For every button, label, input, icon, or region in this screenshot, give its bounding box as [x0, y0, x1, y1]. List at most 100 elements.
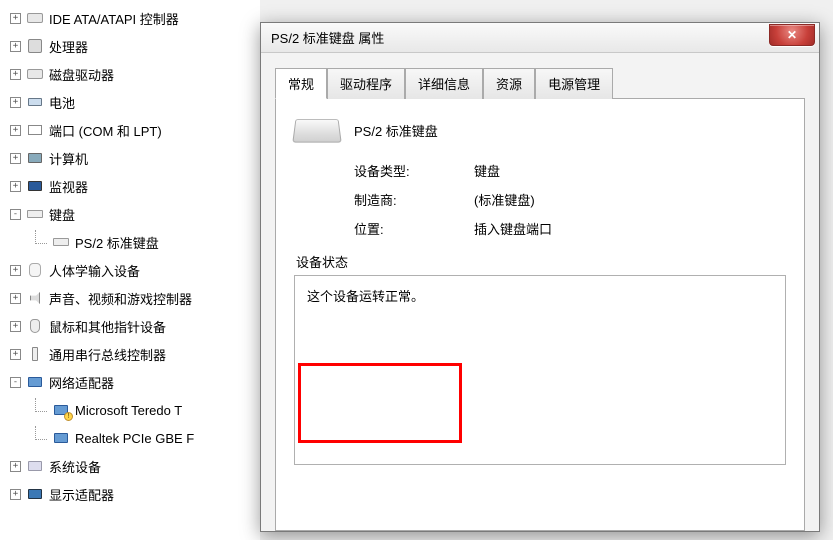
device-status-group: 设备状态 这个设备运转正常。 — [294, 252, 786, 465]
warning-badge-icon: ! — [64, 412, 73, 421]
keyboard-device-icon — [292, 119, 341, 143]
tree-item-mouse[interactable]: + 鼠标和其他指针设备 — [0, 312, 260, 340]
tab-general[interactable]: 常规 — [275, 68, 327, 99]
prop-value: 插入键盘端口 — [474, 219, 552, 238]
tree-item-monitor[interactable]: + 监视器 — [0, 172, 260, 200]
tree-item-battery[interactable]: + 电池 — [0, 88, 260, 116]
expand-toggle[interactable]: + — [10, 293, 21, 304]
system-icon — [25, 457, 45, 475]
network-icon — [25, 373, 45, 391]
sound-icon — [25, 289, 45, 307]
tree-item-ide[interactable]: + IDE ATA/ATAPI 控制器 — [0, 4, 260, 32]
keyboard-icon — [51, 233, 71, 251]
expand-toggle[interactable]: + — [10, 349, 21, 360]
expand-toggle[interactable]: + — [10, 97, 21, 108]
tab-driver[interactable]: 驱动程序 — [327, 68, 405, 99]
tree-label: 通用串行总线控制器 — [49, 345, 166, 364]
expand-toggle[interactable]: + — [10, 125, 21, 136]
tree-label: 显示适配器 — [49, 485, 114, 504]
computer-icon — [25, 149, 45, 167]
hid-icon — [25, 261, 45, 279]
drive-icon — [25, 9, 45, 27]
tree-item-ps2-keyboard[interactable]: PS/2 标准键盘 — [0, 228, 260, 256]
titlebar[interactable]: PS/2 标准键盘 属性 ✕ — [261, 23, 819, 53]
tree-label: 人体学输入设备 — [49, 261, 140, 280]
monitor-icon — [25, 177, 45, 195]
expand-toggle[interactable]: + — [10, 461, 21, 472]
tree-item-cpu[interactable]: + 处理器 — [0, 32, 260, 60]
dialog-body: 常规 驱动程序 详细信息 资源 电源管理 PS/2 标准键盘 设备类型: 键盘 … — [261, 53, 819, 531]
dialog-title: PS/2 标准键盘 属性 — [271, 28, 769, 47]
tree-connector — [35, 426, 47, 440]
expand-toggle[interactable]: + — [10, 153, 21, 164]
cpu-icon — [25, 37, 45, 55]
status-label: 设备状态 — [294, 252, 350, 271]
prop-value: 键盘 — [474, 161, 500, 180]
tree-item-display[interactable]: + 显示适配器 — [0, 480, 260, 508]
tree-label: 电池 — [49, 93, 75, 112]
tree-item-keyboard[interactable]: - 键盘 — [0, 200, 260, 228]
expand-toggle[interactable]: + — [10, 265, 21, 276]
close-button[interactable]: ✕ — [769, 24, 815, 46]
expand-toggle[interactable]: + — [10, 41, 21, 52]
prop-key: 位置: — [354, 219, 474, 238]
tree-label: 声音、视频和游戏控制器 — [49, 289, 192, 308]
tree-label: Realtek PCIe GBE F — [75, 431, 194, 446]
network-icon: ! — [51, 401, 71, 419]
tree-label: 网络适配器 — [49, 373, 114, 392]
tree-item-teredo[interactable]: ! Microsoft Teredo T — [0, 396, 260, 424]
tree-label: 磁盘驱动器 — [49, 65, 114, 84]
tree-label: 鼠标和其他指针设备 — [49, 317, 166, 336]
expand-toggle[interactable]: + — [10, 69, 21, 80]
tree-item-system[interactable]: + 系统设备 — [0, 452, 260, 480]
display-icon — [25, 485, 45, 503]
tree-label: 处理器 — [49, 37, 88, 56]
tab-details[interactable]: 详细信息 — [405, 68, 483, 99]
disk-icon — [25, 65, 45, 83]
prop-row-type: 设备类型: 键盘 — [354, 161, 786, 180]
keyboard-icon — [25, 205, 45, 223]
tree-label: 系统设备 — [49, 457, 101, 476]
tree-connector — [35, 230, 47, 244]
usb-icon — [25, 345, 45, 363]
tab-power[interactable]: 电源管理 — [535, 68, 613, 99]
battery-icon — [25, 93, 45, 111]
port-icon — [25, 121, 45, 139]
device-properties: 设备类型: 键盘 制造商: (标准键盘) 位置: 插入键盘端口 — [354, 161, 786, 238]
expand-toggle[interactable]: + — [10, 181, 21, 192]
tree-label: 键盘 — [49, 205, 75, 224]
device-tree[interactable]: + IDE ATA/ATAPI 控制器 + 处理器 + 磁盘驱动器 + 电池 +… — [0, 0, 260, 540]
tree-label: IDE ATA/ATAPI 控制器 — [49, 9, 179, 28]
expand-toggle[interactable]: + — [10, 321, 21, 332]
prop-row-manufacturer: 制造商: (标准键盘) — [354, 190, 786, 209]
tree-item-sound[interactable]: + 声音、视频和游戏控制器 — [0, 284, 260, 312]
properties-dialog: PS/2 标准键盘 属性 ✕ 常规 驱动程序 详细信息 资源 电源管理 PS/2… — [260, 22, 820, 532]
tree-item-network[interactable]: - 网络适配器 — [0, 368, 260, 396]
device-name: PS/2 标准键盘 — [354, 121, 438, 140]
tree-item-ports[interactable]: + 端口 (COM 和 LPT) — [0, 116, 260, 144]
collapse-toggle[interactable]: - — [10, 209, 21, 220]
expand-toggle[interactable]: + — [10, 489, 21, 500]
collapse-toggle[interactable]: - — [10, 377, 21, 388]
tab-resources[interactable]: 资源 — [483, 68, 535, 99]
tree-label: 端口 (COM 和 LPT) — [49, 121, 162, 140]
tree-label: Microsoft Teredo T — [75, 403, 182, 418]
tree-item-hid[interactable]: + 人体学输入设备 — [0, 256, 260, 284]
tree-item-realtek[interactable]: Realtek PCIe GBE F — [0, 424, 260, 452]
tab-panel-general: PS/2 标准键盘 设备类型: 键盘 制造商: (标准键盘) 位置: 插入键盘端… — [275, 98, 805, 531]
prop-value: (标准键盘) — [474, 190, 535, 209]
prop-key: 制造商: — [354, 190, 474, 209]
status-text: 这个设备运转正常。 — [307, 289, 424, 304]
network-icon — [51, 429, 71, 447]
tree-item-computer[interactable]: + 计算机 — [0, 144, 260, 172]
close-icon: ✕ — [787, 28, 797, 42]
tree-item-usb[interactable]: + 通用串行总线控制器 — [0, 340, 260, 368]
mouse-icon — [25, 317, 45, 335]
status-textbox[interactable]: 这个设备运转正常。 — [294, 275, 786, 465]
prop-row-location: 位置: 插入键盘端口 — [354, 219, 786, 238]
tree-item-disk[interactable]: + 磁盘驱动器 — [0, 60, 260, 88]
tab-strip: 常规 驱动程序 详细信息 资源 电源管理 — [275, 67, 805, 98]
tree-label: 监视器 — [49, 177, 88, 196]
device-header: PS/2 标准键盘 — [294, 117, 786, 143]
expand-toggle[interactable]: + — [10, 13, 21, 24]
